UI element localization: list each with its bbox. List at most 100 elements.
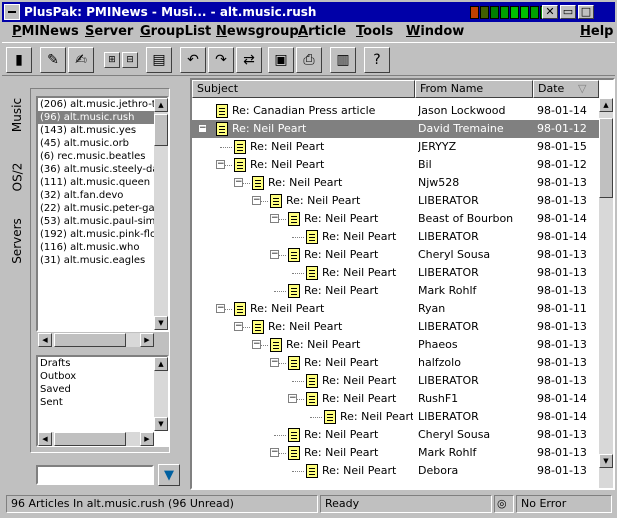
menu-newsgroup[interactable]: Newsgroup [216,24,299,39]
scroll-down-icon[interactable]: ▼ [154,316,168,330]
minimize-button[interactable]: ▭ [560,5,576,19]
save-icon[interactable]: ▣ [268,47,294,73]
collapse-icon[interactable]: − [252,196,261,205]
article-row[interactable]: − Re: Neil Peart Beast of Bourbon 98-01-14 [192,210,599,228]
reply-icon[interactable]: ↶ [180,47,206,73]
column-date[interactable]: Date ▽ [533,80,599,98]
menu-article[interactable]: Article [298,24,346,39]
article-row[interactable]: − Re: Neil Peart Bil 98-01-12 [192,156,599,174]
collapse-icon[interactable]: − [270,250,279,259]
tab-os2[interactable]: OS/2 [4,148,30,206]
scroll-down-icon[interactable]: ▼ [599,454,613,468]
newsgroup-item[interactable]: (96) alt.music.rush [38,111,167,124]
article-row[interactable]: − Re: Neil Peart Mark Rohlf 98-01-13 [192,444,599,462]
scroll-up-icon[interactable]: ▲ [599,98,613,112]
reply-all-icon[interactable]: ↷ [208,47,234,73]
newsgroup-vscroll[interactable]: ▲ ▼ [154,98,168,330]
article-row[interactable]: Re: Neil Peart Mark Rohlf 98-01-13 [192,282,599,300]
article-row[interactable]: Re: Neil Peart LIBERATOR 98-01-13 [192,264,599,282]
help-icon[interactable]: ? [364,47,390,73]
print-icon[interactable]: ⎙ [296,47,322,73]
collapse-icon[interactable]: − [252,340,261,349]
scroll-up-icon[interactable]: ▲ [154,98,168,112]
menu-help[interactable]: Help [580,24,613,39]
newsgroup-list[interactable]: (206) alt.music.jethro-tul (96) alt.music… [36,96,169,332]
filter-icon[interactable]: ▼ [158,464,180,486]
collapse-icon[interactable]: − [198,124,207,133]
scroll-thumb[interactable] [154,114,168,146]
scroll-thumb[interactable] [599,118,613,198]
article-row[interactable]: Re: Canadian Press article Jason Lockwood… [192,102,599,120]
article-row[interactable]: Re: Neil Peart LIBERATOR 98-01-14 [192,408,599,426]
newsgroup-item[interactable]: (22) alt.music.peter-gab [38,202,167,215]
newsgroup-item[interactable]: (111) alt.music.queen [38,176,167,189]
article-row[interactable]: − Re: Neil Peart LIBERATOR 98-01-13 [192,318,599,336]
collapse-icon[interactable]: − [270,214,279,223]
menu-pminews[interactable]: PMINews [12,24,79,39]
article-row[interactable]: − Re: Neil Peart Njw528 98-01-13 [192,174,599,192]
collapse-icon[interactable]: − [270,358,279,367]
article-row[interactable]: − Re: Neil Peart LIBERATOR 98-01-13 [192,192,599,210]
collapse-icon[interactable]: − [216,160,225,169]
folder-hscroll[interactable]: ◀ ▶ [38,432,154,446]
tab-servers[interactable]: Servers [4,208,30,274]
new-article-icon[interactable]: ▤ [146,47,172,73]
newsgroup-item[interactable]: (6) rec.music.beatles [38,150,167,163]
scroll-thumb[interactable] [54,432,126,446]
menu-server[interactable]: Server [85,24,133,39]
article-row[interactable]: Re: Neil Peart Cheryl Sousa 98-01-13 [192,426,599,444]
menu-grouplist[interactable]: GroupList [140,24,211,39]
article-list[interactable]: Subject From Name Date ▽ Re: Canadian Pr… [190,78,615,490]
newsgroup-item[interactable]: (192) alt.music.pink-floy [38,228,167,241]
menu-tools[interactable]: Tools [356,24,393,39]
article-row[interactable]: − Re: Neil Peart halfzolo 98-01-13 [192,354,599,372]
forward-icon[interactable]: ⇄ [236,47,262,73]
column-from[interactable]: From Name [415,80,533,98]
article-row[interactable]: − Re: Neil Peart Cheryl Sousa 98-01-13 [192,246,599,264]
folder-item[interactable]: Drafts [38,357,167,370]
folder-item[interactable]: Outbox [38,370,167,383]
system-menu-icon[interactable] [4,4,20,20]
menu-window[interactable]: Window [406,24,464,39]
article-row[interactable]: − Re: Neil Peart David Tremaine 98-01-12 [192,120,599,138]
scroll-down-icon[interactable]: ▼ [154,417,168,431]
article-row[interactable]: − Re: Neil Peart RushF1 98-01-14 [192,390,599,408]
newsgroup-item[interactable]: (206) alt.music.jethro-tul [38,98,167,111]
sort-arrow-icon[interactable]: ▽ [578,81,586,97]
newsgroup-item[interactable]: (45) alt.music.orb [38,137,167,150]
scroll-left-icon[interactable]: ◀ [38,333,52,347]
exit-icon[interactable]: ▮ [6,47,32,73]
article-row[interactable]: − Re: Neil Peart Phaeos 98-01-13 [192,336,599,354]
title-bar[interactable]: PlusPak: PMINews - Musi... - alt.music.r… [2,2,615,22]
article-row[interactable]: Re: Neil Peart LIBERATOR 98-01-14 [192,228,599,246]
close-button[interactable]: ✕ [542,5,558,19]
collapse-icon[interactable]: − [234,322,243,331]
maximize-button[interactable]: □ [578,5,594,19]
scroll-right-icon[interactable]: ▶ [140,333,154,347]
tab-music[interactable]: Music [4,90,30,140]
write-icon[interactable]: ✍ [68,47,94,73]
folder-item[interactable]: Saved [38,383,167,396]
newsgroup-item[interactable]: (36) alt.music.steely-dar [38,163,167,176]
collapse-icon[interactable]: − [234,178,243,187]
article-row[interactable]: − Re: Neil Peart Ryan 98-01-11 [192,300,599,318]
newsgroup-hscroll[interactable]: ◀ ▶ [38,333,154,347]
collapse-icon[interactable]: − [270,448,279,457]
folder-item[interactable]: Sent [38,396,167,409]
article-row[interactable]: Re: Neil Peart Debora 98-01-13 [192,462,599,480]
book-icon[interactable]: ▥ [330,47,356,73]
collapse-all-icon[interactable]: ⊟ [122,52,138,68]
newsgroup-item[interactable]: (143) alt.music.yes [38,124,167,137]
scroll-thumb[interactable] [54,333,126,347]
article-vscroll[interactable]: ▲ ▼ [599,98,613,488]
collapse-icon[interactable]: − [216,304,225,313]
search-input[interactable] [36,465,154,485]
scroll-left-icon[interactable]: ◀ [38,432,52,446]
newsgroup-item[interactable]: (31) alt.music.eagles [38,254,167,267]
scroll-up-icon[interactable]: ▲ [154,357,168,371]
newsgroup-item[interactable]: (116) alt.music.who [38,241,167,254]
expand-all-icon[interactable]: ⊞ [104,52,120,68]
newsgroup-item[interactable]: (32) alt.fan.devo [38,189,167,202]
collapse-icon[interactable]: − [288,394,297,403]
folder-vscroll[interactable]: ▲ ▼ [154,357,168,431]
